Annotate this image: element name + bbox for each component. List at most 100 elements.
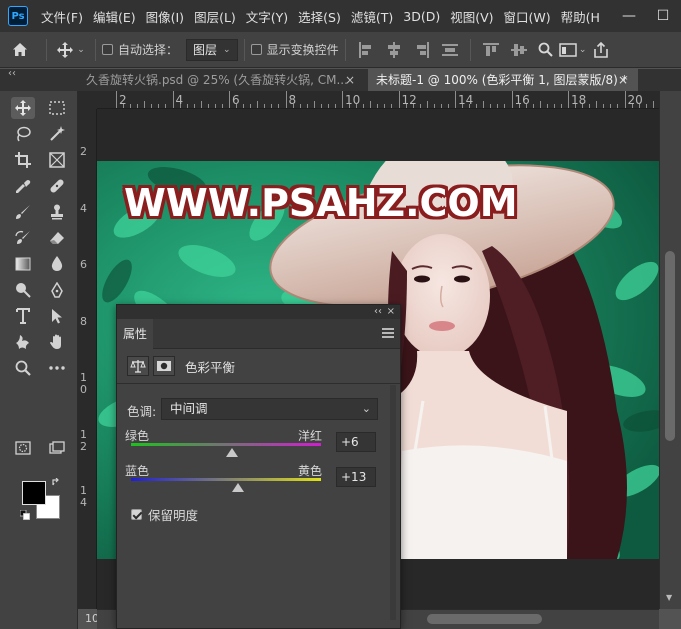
align-left-icon[interactable] [358, 41, 374, 58]
dodge-tool[interactable] [11, 279, 35, 301]
close-panel-icon[interactable]: × [387, 305, 395, 319]
ruler-subtick [165, 104, 167, 108]
tab-document-2[interactable]: 未标题-1 @ 100% (色彩平衡 1, 图层蒙版/8) * [368, 69, 638, 91]
scroll-down-icon[interactable]: ▼ [666, 593, 672, 602]
distribute-h-icon[interactable] [441, 42, 458, 58]
workspace-button[interactable]: ⌄ [559, 42, 587, 57]
quick-mask-button[interactable] [11, 437, 35, 459]
ruler-tick [398, 91, 400, 108]
auto-select-checkbox[interactable] [102, 44, 113, 55]
home-button[interactable] [0, 42, 40, 57]
toolbar-separator [95, 38, 96, 61]
menu-type[interactable]: 文字(Y) [241, 7, 293, 26]
ruler-subtick [214, 104, 216, 108]
divider [117, 383, 400, 384]
chevron-down-icon: ⌄ [223, 44, 231, 55]
color-balance-icon[interactable] [127, 356, 149, 376]
menu-select[interactable]: 选择(S) [293, 7, 346, 26]
menu-file[interactable]: 文件(F) [36, 7, 88, 26]
vertical-scrollbar[interactable]: ▼ [659, 91, 681, 609]
close-tab-icon[interactable]: × [345, 69, 361, 91]
move-tool[interactable] [11, 97, 35, 119]
maximize-button[interactable]: ☐ [646, 0, 680, 32]
screen-mode-button[interactable] [45, 437, 69, 459]
close-tab-icon[interactable]: × [618, 69, 634, 91]
ruler-tick [285, 91, 287, 108]
tab-properties[interactable]: 属性 [117, 319, 153, 349]
horizontal-scroll-thumb[interactable] [427, 614, 542, 624]
menu-image[interactable]: 图像(I) [141, 7, 189, 26]
panel-header[interactable]: ‹‹ × [117, 305, 400, 319]
lasso-icon [17, 126, 31, 142]
align-center-h-icon[interactable] [386, 41, 402, 58]
ruler-subtick [384, 104, 386, 108]
menu-view[interactable]: 视图(V) [445, 7, 498, 26]
show-transform-checkbox[interactable] [250, 44, 262, 55]
lasso-tool[interactable] [11, 123, 35, 145]
minimize-button[interactable]: — [612, 0, 646, 32]
magic-wand-tool[interactable] [45, 123, 69, 145]
blue-yellow-value[interactable]: +13 [336, 467, 376, 487]
foreground-color-swatch[interactable] [22, 481, 46, 505]
tone-dropdown[interactable]: 中间调 ⌄ [161, 398, 378, 420]
crop-tool[interactable] [11, 149, 35, 171]
share-button[interactable] [587, 41, 615, 58]
marquee-icon [49, 101, 65, 115]
more-tools-button[interactable] [45, 357, 69, 379]
vertical-scroll-thumb[interactable] [665, 251, 675, 441]
blur-tool[interactable] [45, 253, 69, 275]
ruler-subtick [469, 104, 471, 108]
green-magenta-slider-thumb[interactable] [225, 448, 238, 457]
layer-mask-icon[interactable] [153, 356, 175, 376]
menu-edit[interactable]: 编辑(E) [88, 7, 141, 26]
eyedropper-icon [16, 180, 31, 193]
green-magenta-track[interactable] [131, 443, 321, 446]
properties-panel: ‹‹ × 属性 色彩平衡 色调: 中间调 ⌄ 绿色 洋红 +6 蓝色 黄色 +1… [116, 304, 401, 629]
history-brush-tool[interactable] [11, 227, 35, 249]
type-tool[interactable] [11, 305, 35, 327]
align-top-icon[interactable] [482, 42, 499, 58]
align-right-icon[interactable] [414, 41, 430, 58]
marquee-tool[interactable] [45, 97, 69, 119]
panel-scrollbar[interactable] [390, 385, 396, 620]
gradient-tool[interactable] [11, 253, 35, 275]
ruler-label: 14 [80, 484, 87, 509]
eraser-tool[interactable] [45, 227, 69, 249]
move-tool-preset[interactable]: ⌄ [53, 41, 89, 58]
swap-colors-icon[interactable] [52, 477, 62, 491]
menu-layer[interactable]: 图层(L) [189, 7, 241, 26]
healing-brush-tool[interactable] [45, 175, 69, 197]
auto-select-dropdown[interactable]: 图层 ⌄ [186, 38, 238, 61]
path-selection-tool[interactable] [45, 305, 69, 327]
hand-tool[interactable] [45, 331, 69, 353]
menu-help[interactable]: 帮助(H [556, 7, 605, 26]
eyedropper-tool[interactable] [11, 175, 35, 197]
menu-3d[interactable]: 3D(D) [398, 9, 445, 24]
brush-tool[interactable] [11, 201, 35, 223]
default-colors-icon[interactable] [19, 509, 30, 523]
blue-yellow-track[interactable] [131, 478, 321, 481]
green-label: 绿色 [125, 429, 150, 443]
ruler-origin[interactable] [78, 91, 97, 109]
tab-document-1[interactable]: 久香旋转火锅.psd @ 25% (久香旋转火锅, CM... [78, 69, 368, 91]
menu-window[interactable]: 窗口(W) [499, 7, 556, 26]
blue-yellow-slider-thumb[interactable] [232, 483, 245, 492]
ruler-label: 12 [401, 93, 417, 107]
ruler-vertical[interactable]: 2 4 6 8 10 12 14 [78, 109, 97, 609]
search-button[interactable] [533, 42, 559, 57]
panel-menu-icon[interactable] [382, 327, 394, 339]
preserve-luminosity-checkbox[interactable] [131, 509, 142, 520]
menu-filter[interactable]: 滤镜(T) [346, 7, 398, 26]
ruler-horizontal[interactable]: 2 4 6 8 10 12 14 16 18 20 [97, 91, 659, 109]
ruler-subtick [221, 104, 223, 108]
green-magenta-value[interactable]: +6 [336, 432, 376, 452]
frame-tool[interactable] [45, 149, 69, 171]
shape-tool[interactable] [11, 331, 35, 353]
toolbar-collapse-button[interactable]: ‹‹ [0, 69, 78, 91]
clone-stamp-tool[interactable] [45, 201, 69, 223]
stamp-icon [51, 204, 63, 220]
pen-tool[interactable] [45, 279, 69, 301]
align-middle-v-icon[interactable] [510, 42, 527, 58]
zoom-tool[interactable] [11, 357, 35, 379]
collapse-panel-icon[interactable]: ‹‹ [374, 305, 382, 319]
